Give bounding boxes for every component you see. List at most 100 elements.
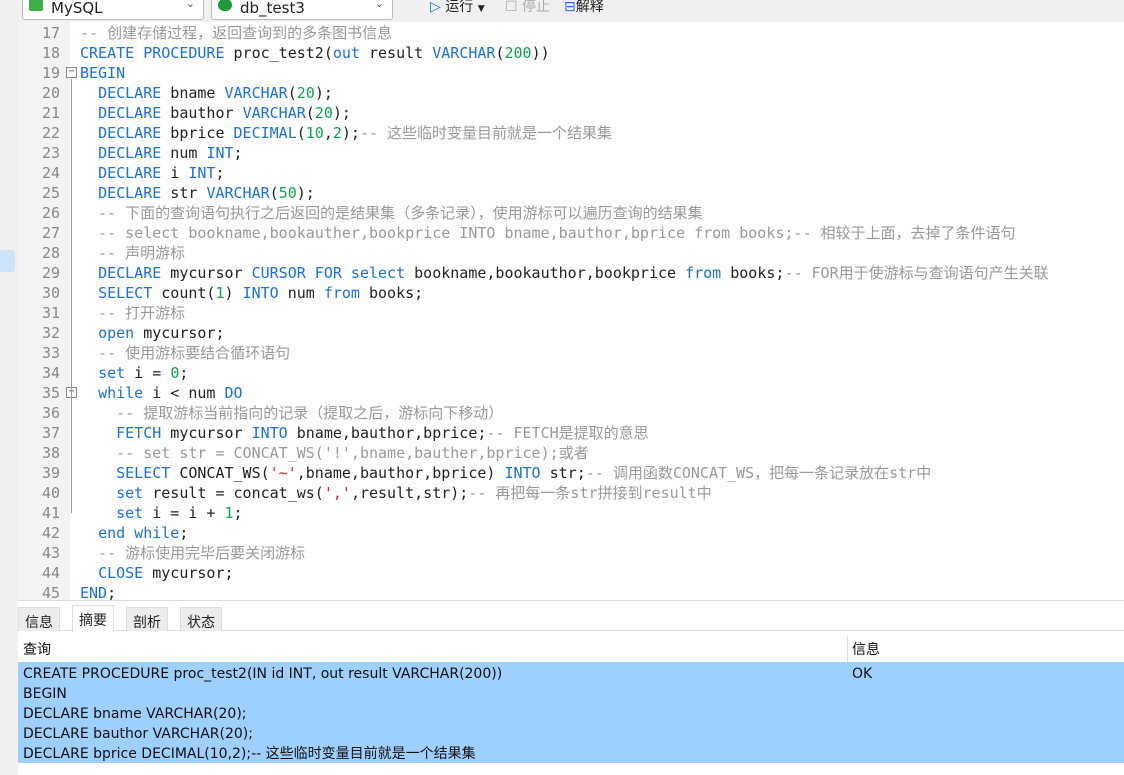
column-divider[interactable]: [847, 637, 848, 663]
code-line[interactable]: 43 -- 游标使用完毕后要关闭游标: [18, 543, 1124, 563]
run-button[interactable]: ▷ 运行 ▼: [430, 0, 485, 16]
code-line[interactable]: 32 open mycursor;: [18, 323, 1124, 343]
code-token: mycursor;: [143, 564, 234, 582]
left-selection-marker: [0, 250, 15, 272]
column-header-info[interactable]: 信息: [852, 639, 880, 661]
code-line[interactable]: 38 -- set str = CONCAT_WS('!',bname,baut…: [18, 443, 1124, 463]
line-number: 26: [41, 204, 60, 222]
keyword: DECIMAL: [233, 124, 297, 142]
code-line[interactable]: 18 CREATE PROCEDURE proc_test2(out result…: [18, 43, 1124, 63]
database-select[interactable]: db_test3 ⌄: [211, 0, 393, 20]
code-text: set result = concat_ws(',',result,str);-…: [80, 483, 712, 503]
code-token: bname: [161, 84, 225, 102]
keyword: DECLARE: [98, 184, 162, 202]
code-line[interactable]: 39 SELECT CONCAT_WS('~',bname,bauthor,bp…: [18, 463, 1124, 483]
explain-icon: ⊟: [564, 0, 576, 15]
code-line[interactable]: 22 DECLARE bprice DECIMAL(10,2);-- 这些临时变…: [18, 123, 1124, 143]
code-text: BEGIN: [80, 63, 125, 83]
code-line[interactable]: 31 -- 打开游标: [18, 303, 1124, 323]
number-literal: 1: [215, 284, 225, 302]
query-line: CREATE PROCEDURE proc_test2(IN id INT, o…: [23, 666, 503, 682]
query-line: DECLARE bname VARCHAR(20);: [23, 706, 247, 722]
code-line[interactable]: 35 while i < num DO−: [18, 383, 1124, 403]
left-side-strip: [0, 0, 18, 775]
explain-label: 解释: [575, 0, 604, 15]
code-line[interactable]: 44 CLOSE mycursor;: [18, 563, 1124, 583]
column-header-query[interactable]: 查询: [23, 639, 51, 661]
code-token: num: [161, 144, 207, 162]
tab-info[interactable]: 信息: [18, 607, 60, 631]
line-number: 33: [41, 344, 60, 362]
code-line[interactable]: 37 FETCH mycursor INTO bname,bauthor,bpr…: [18, 423, 1124, 443]
code-line[interactable]: 27 -- select bookname,bookauther,bookpri…: [18, 223, 1124, 243]
sql-editor[interactable]: 17 -- 创建存储过程，返回查询到的多条图书信息 18 CREATE PROCEDU…: [18, 22, 1124, 602]
keyword: out: [332, 44, 360, 62]
code-token: ,result,str);: [350, 484, 469, 502]
comment: -- set str = CONCAT_WS('!',bname,bauther…: [116, 444, 589, 462]
code-line[interactable]: 25 DECLARE str VARCHAR(50);: [18, 183, 1124, 203]
code-line[interactable]: 19 BEGIN −: [18, 63, 1124, 83]
comment: -- 再把每一条str拼接到result中: [468, 484, 712, 502]
stop-button[interactable]: ☐ 停止: [505, 0, 550, 16]
code-token: bname,bauthor,bprice;: [287, 424, 487, 442]
code-line[interactable]: 42 end while;: [18, 523, 1124, 543]
keyword: end while: [98, 524, 180, 542]
tab-summary[interactable]: 摘要: [72, 605, 114, 632]
keyword: FETCH: [116, 424, 162, 442]
connection-select[interactable]: MySQL ⌄: [22, 0, 204, 20]
line-number: 25: [41, 184, 60, 202]
line-number: 34: [41, 364, 60, 382]
keyword: DECLARE: [98, 164, 162, 182]
code-text: DECLARE mycursor CURSOR FOR select bookn…: [80, 263, 1049, 283]
keyword: BEGIN: [80, 64, 126, 82]
code-text: -- 使用游标要结合循环语句: [80, 343, 290, 363]
code-line[interactable]: 36 -- 提取游标当前指向的记录（提取之后，游标向下移动）: [18, 403, 1124, 423]
fold-toggle-icon[interactable]: −: [66, 67, 77, 78]
code-token: ;: [233, 144, 243, 162]
explain-button[interactable]: ⊟解释: [564, 0, 604, 16]
code-line[interactable]: 33 -- 使用游标要结合循环语句: [18, 343, 1124, 363]
code-token: (: [287, 84, 297, 102]
stop-label: 停止: [522, 0, 551, 15]
keyword: INTO: [251, 424, 288, 442]
line-number: 41: [41, 504, 60, 522]
tab-status[interactable]: 状态: [180, 607, 222, 631]
keyword: VARCHAR: [224, 84, 288, 102]
code-line[interactable]: 40 set result = concat_ws(',',result,str…: [18, 483, 1124, 503]
code-token: str: [161, 184, 207, 202]
code-line[interactable]: 30 SELECT count(1) INTO num from books;: [18, 283, 1124, 303]
code-text: -- 打开游标: [80, 303, 185, 323]
keyword: VARCHAR: [206, 184, 270, 202]
line-number: 35: [41, 384, 60, 402]
code-line[interactable]: 34 set i = 0;: [18, 363, 1124, 383]
line-number: 36: [41, 404, 60, 422]
code-line[interactable]: 20 DECLARE bname VARCHAR(20);: [18, 83, 1124, 103]
keyword: DECLARE: [98, 84, 162, 102]
code-line[interactable]: 17 -- 创建存储过程，返回查询到的多条图书信息: [18, 23, 1124, 43]
play-icon: ▷: [430, 0, 441, 15]
code-token: ,: [323, 124, 333, 142]
tab-profile[interactable]: 剖析: [126, 607, 168, 631]
code-line[interactable]: 41 set i = i + 1;: [18, 503, 1124, 523]
mysql-icon: [29, 0, 43, 11]
keyword: INT: [206, 144, 234, 162]
code-line[interactable]: 29 DECLARE mycursor CURSOR FOR select bo…: [18, 263, 1124, 283]
line-number: 29: [41, 264, 60, 282]
run-label: 运行: [445, 0, 474, 15]
code-line[interactable]: 28 -- 声明游标: [18, 243, 1124, 263]
database-label: db_test3: [240, 0, 305, 17]
table-row[interactable]: CREATE PROCEDURE proc_test2(IN id INT, o…: [18, 662, 1124, 763]
keyword: DECLARE: [98, 124, 162, 142]
code-line[interactable]: 26 -- 下面的查询语句执行之后返回的是结果集（多条记录），使用游标可以遍历查…: [18, 203, 1124, 223]
line-number: 19: [41, 64, 60, 82]
code-line[interactable]: 21 DECLARE bauthor VARCHAR(20);: [18, 103, 1124, 123]
code-text: set i = 0;: [80, 363, 188, 383]
code-line[interactable]: 23 DECLARE num INT;: [18, 143, 1124, 163]
code-line[interactable]: 24 DECLARE i INT;: [18, 163, 1124, 183]
code-token: (: [296, 124, 306, 142]
